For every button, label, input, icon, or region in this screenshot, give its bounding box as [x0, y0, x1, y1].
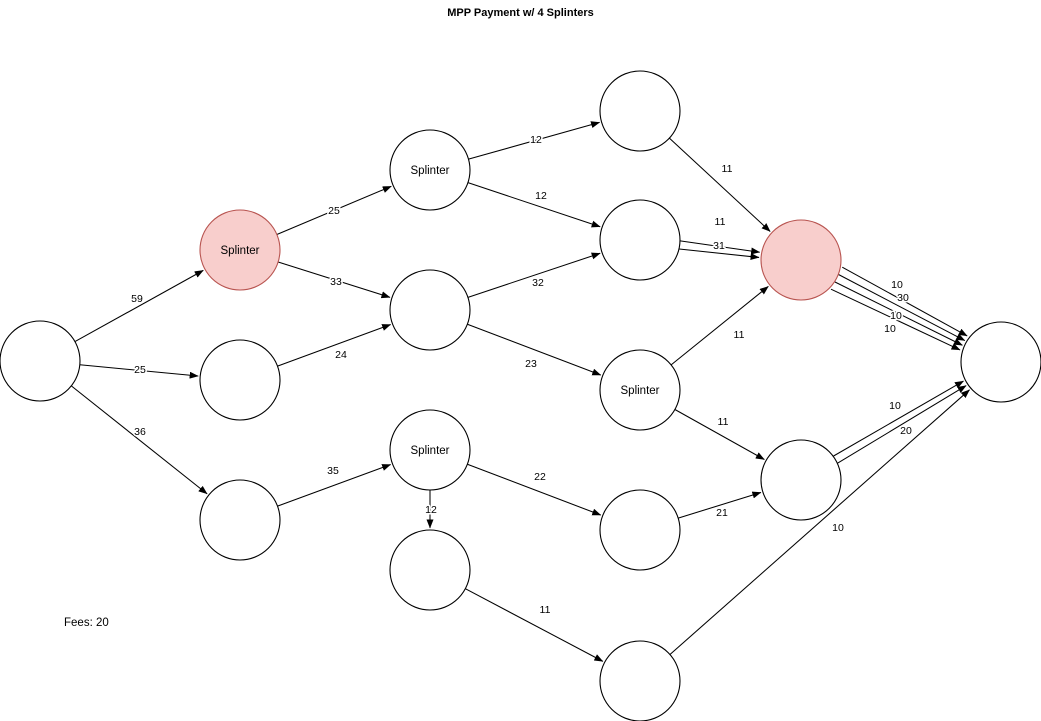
edge-amount-label: 11: [715, 216, 726, 228]
edge-amount-label: 59: [131, 293, 143, 305]
edge-amount-label: 24: [335, 349, 347, 361]
fees-label: Fees: 20: [64, 617, 109, 629]
graph-node[interactable]: [199, 479, 281, 561]
diagram-canvas: MPP Payment w/ 4 Splinters Splinter Splin…: [0, 0, 1041, 721]
graph-node[interactable]: [599, 70, 681, 152]
graph-node-label: Splinter: [411, 445, 450, 457]
graph-node[interactable]: [0, 320, 81, 402]
edge-amount-label: 12: [425, 504, 437, 516]
graph-node[interactable]: [599, 489, 681, 571]
edge-amount-label: 25: [328, 205, 340, 217]
edge-amount-label: 10: [832, 522, 844, 534]
edge-amount-label: 12: [535, 190, 547, 202]
graph-node[interactable]: [389, 269, 471, 351]
graph-node-label: Splinter: [411, 165, 450, 177]
graph-edge: [277, 324, 392, 367]
edge-amount-label: 11: [540, 604, 551, 616]
edge-amount-label: 10: [884, 323, 896, 335]
graph-node[interactable]: [960, 321, 1041, 403]
edge-amount-label: 10: [889, 400, 901, 412]
edge-amount-label: 30: [897, 292, 909, 304]
graph-node[interactable]: [760, 439, 842, 521]
edge-amount-label: 36: [134, 426, 146, 438]
edge-amount-label: 35: [327, 465, 339, 477]
graph-node-label: Splinter: [621, 385, 660, 397]
graph-edge: [70, 385, 208, 495]
graph-edge: [669, 389, 970, 655]
graph-node[interactable]: [599, 199, 681, 281]
edge-amount-label: 32: [532, 277, 544, 289]
edge-amount-label: 22: [534, 471, 546, 483]
edge-amount-label: 11: [722, 163, 733, 175]
edge-amount-label: 31: [713, 240, 725, 252]
edge-amount-label: 23: [525, 358, 537, 370]
edge-amount-label: 21: [716, 507, 728, 519]
graph-edge: [465, 588, 604, 662]
graph-node-highlighted[interactable]: [760, 219, 842, 301]
graph-node[interactable]: [199, 339, 281, 421]
edge-amount-label: 12: [530, 134, 542, 146]
edge-amount-label: 11: [718, 416, 729, 428]
graph-edge: [467, 182, 601, 228]
network-graph: SplinterSplinterSplinterSplinter 5959252…: [0, 70, 1041, 721]
edge-amount-label: 25: [134, 364, 146, 376]
edge-amount-label: 11: [734, 329, 745, 341]
graph-node[interactable]: [599, 640, 681, 721]
graph-edge: [74, 269, 204, 343]
edge-amount-label: 10: [890, 310, 902, 322]
graph-node[interactable]: [389, 529, 471, 611]
graph-edge: [670, 285, 769, 366]
edge-amount-label: 33: [330, 276, 342, 288]
graph-edge: [833, 380, 964, 457]
edge-amount-label: 10: [891, 279, 903, 291]
graph-node-label: Splinter: [221, 245, 260, 257]
graph-edge: [467, 252, 601, 298]
nodes-layer: Splinter Splinter Splinter Splinter: [0, 70, 1041, 721]
edge-amount-label: 20: [900, 425, 912, 437]
